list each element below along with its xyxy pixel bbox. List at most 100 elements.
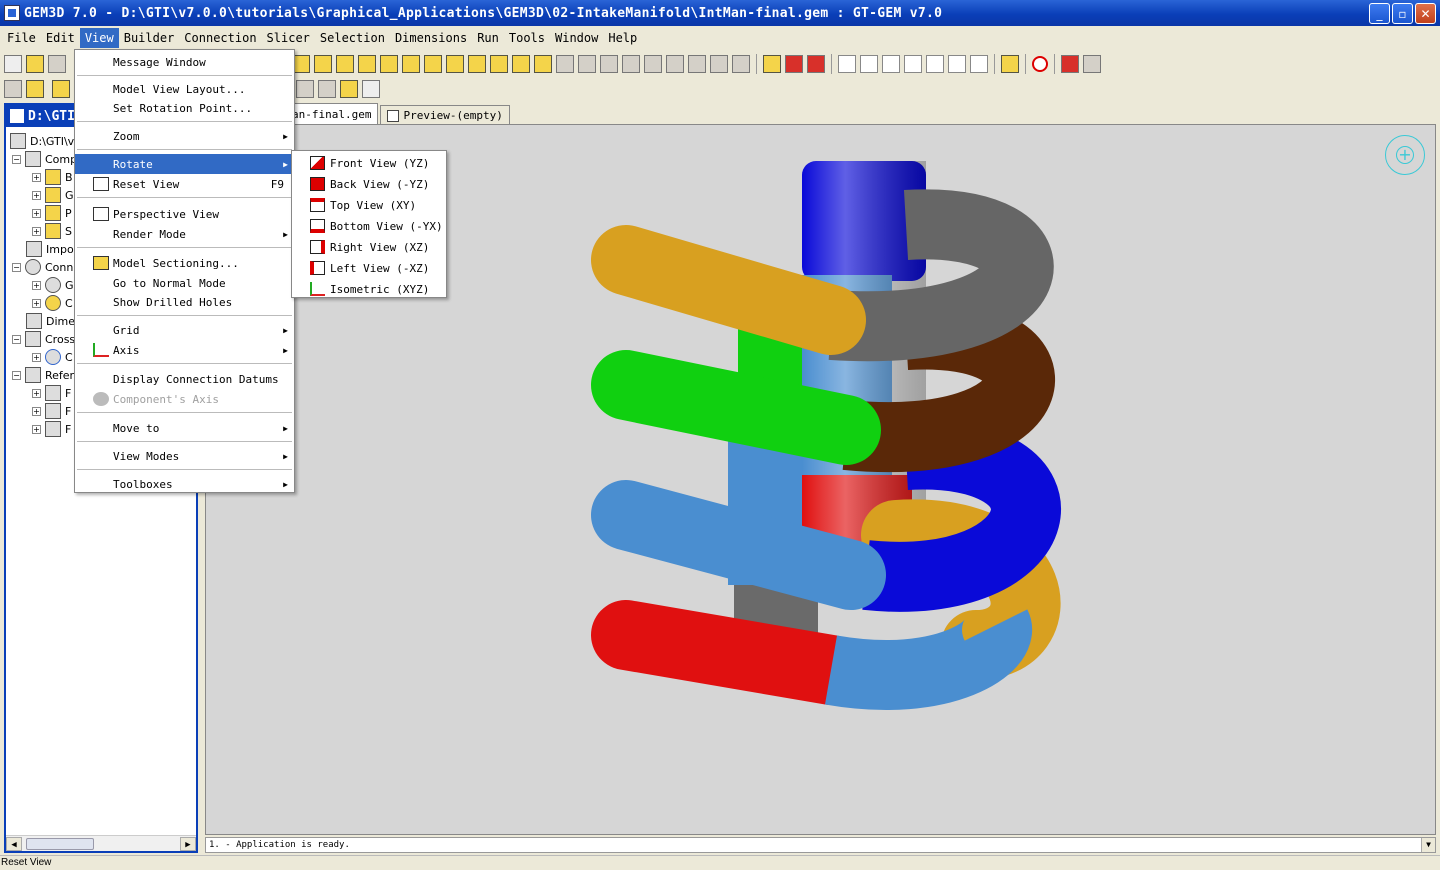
menu-builder[interactable]: Builder <box>119 28 180 48</box>
expand-icon[interactable]: + <box>32 424 41 434</box>
menu-item-front-view[interactable]: Front View (YZ) <box>292 153 446 173</box>
tree-item[interactable]: P <box>65 207 72 220</box>
tab-intman-final[interactable]: an-final.gem <box>285 103 379 125</box>
menu-item-right-view[interactable]: Right View (XZ) <box>292 237 446 257</box>
home-icon[interactable] <box>807 54 825 73</box>
component-tool-icon[interactable] <box>732 54 750 73</box>
tool-icon[interactable] <box>52 79 70 98</box>
component-tool-icon[interactable] <box>622 54 640 73</box>
eraser-icon[interactable] <box>362 79 380 98</box>
stop-icon[interactable] <box>1032 55 1048 72</box>
component-tool-icon[interactable] <box>578 54 596 73</box>
menu-item-grid[interactable]: Grid ▶ <box>75 320 294 340</box>
select-pointer-icon[interactable] <box>948 54 966 73</box>
expand-icon[interactable]: + <box>32 226 41 236</box>
select-pointer-icon[interactable] <box>926 54 944 73</box>
tab-preview[interactable]: Preview-(empty) <box>380 105 510 125</box>
component-tool-icon[interactable] <box>314 54 332 73</box>
tree-item[interactable]: B <box>65 171 73 184</box>
menu-item-back-view[interactable]: Back View (-YZ) <box>292 174 446 194</box>
menu-run[interactable]: Run <box>472 28 504 48</box>
horizontal-scrollbar[interactable]: ◀ ▶ <box>6 835 196 851</box>
save-icon[interactable] <box>48 54 66 73</box>
grid-color-icon[interactable] <box>1061 54 1079 73</box>
expand-icon[interactable]: + <box>32 190 41 200</box>
select-pointer-icon[interactable] <box>970 54 988 73</box>
component-tool-icon[interactable] <box>446 54 464 73</box>
component-tool-icon[interactable] <box>688 54 706 73</box>
menu-window[interactable]: Window <box>550 28 603 48</box>
select-pointer-icon[interactable] <box>904 54 922 73</box>
minimize-button[interactable]: _ <box>1369 3 1390 24</box>
scroll-thumb[interactable] <box>26 837 94 850</box>
tree-item[interactable]: G <box>65 279 74 292</box>
expand-icon[interactable]: + <box>32 298 41 308</box>
component-tool-icon[interactable] <box>512 54 530 73</box>
menu-item-left-view[interactable]: Left View (-XZ) <box>292 258 446 278</box>
menu-item-model-view-layout[interactable]: Model View Layout... <box>75 79 294 99</box>
component-tool-icon[interactable] <box>666 54 684 73</box>
menu-edit[interactable]: Edit <box>41 28 80 48</box>
select-pointer-icon[interactable] <box>838 54 856 73</box>
component-tool-icon[interactable] <box>336 54 354 73</box>
tree-item[interactable]: Refer <box>45 369 74 382</box>
close-button[interactable]: ✕ <box>1415 3 1436 24</box>
menu-item-show-drilled-holes[interactable]: Show Drilled Holes <box>75 292 294 312</box>
menu-item-perspective-view[interactable]: Perspective View <box>75 204 294 224</box>
menu-item-message-window[interactable]: Message Window <box>75 52 294 72</box>
menu-item-move-to[interactable]: Move to ▶ <box>75 418 294 438</box>
tree-item[interactable]: F <box>65 387 71 400</box>
menu-item-zoom[interactable]: Zoom ▶ <box>75 126 294 146</box>
tree-item[interactable]: Comp <box>45 153 77 166</box>
menu-file[interactable]: File <box>2 28 41 48</box>
menu-tools[interactable]: Tools <box>504 28 550 48</box>
menu-item-top-view[interactable]: Top View (XY) <box>292 195 446 215</box>
component-tool-icon[interactable] <box>556 54 574 73</box>
connection-tool-icon[interactable] <box>763 54 781 73</box>
menu-item-view-modes[interactable]: View Modes ▶ <box>75 446 294 466</box>
tree-item[interactable]: G <box>65 189 74 202</box>
tree-item[interactable]: C <box>65 351 73 364</box>
expand-icon[interactable]: + <box>32 172 41 182</box>
tree-item[interactable]: C <box>65 297 73 310</box>
view-navigation-button[interactable]: + <box>1385 135 1425 175</box>
expand-icon[interactable]: + <box>32 406 41 416</box>
menu-help[interactable]: Help <box>603 28 642 48</box>
expand-icon[interactable]: + <box>32 352 41 362</box>
scroll-right-icon[interactable]: ▶ <box>180 836 196 851</box>
new-file-icon[interactable] <box>4 54 22 73</box>
expand-icon[interactable]: + <box>32 388 41 398</box>
menu-item-display-connection-datums[interactable]: Display Connection Datums <box>75 369 294 389</box>
tree-item[interactable]: F <box>65 423 71 436</box>
menu-item-axis[interactable]: Axis ▶ <box>75 340 294 360</box>
component-tool-icon[interactable] <box>358 54 376 73</box>
menu-item-reset-view[interactable]: Reset View F9 <box>75 174 294 194</box>
menu-item-isometric[interactable]: Isometric (XYZ) <box>292 279 446 299</box>
menu-view[interactable]: View <box>79 28 119 48</box>
menu-connection[interactable]: Connection <box>179 28 261 48</box>
collapse-icon[interactable]: − <box>12 334 21 344</box>
message-dropdown-icon[interactable]: ▼ <box>1421 838 1435 852</box>
menu-item-rotate[interactable]: Rotate ▶ <box>75 154 294 174</box>
component-tool-icon[interactable] <box>710 54 728 73</box>
scroll-left-icon[interactable]: ◀ <box>6 836 22 851</box>
maximize-button[interactable]: ▫ <box>1392 3 1413 24</box>
menu-item-model-sectioning[interactable]: Model Sectioning... <box>75 253 294 273</box>
tool-icon[interactable] <box>26 79 44 98</box>
menu-item-toolboxes[interactable]: Toolboxes ▶ <box>75 474 294 494</box>
menu-item-normal-mode[interactable]: Go to Normal Mode <box>75 273 294 293</box>
menu-item-bottom-view[interactable]: Bottom View (-YX) <box>292 216 446 236</box>
key-icon[interactable] <box>1001 54 1019 73</box>
component-tool-icon[interactable] <box>402 54 420 73</box>
component-tool-icon[interactable] <box>424 54 442 73</box>
flask-icon[interactable] <box>1083 54 1101 73</box>
component-tool-icon[interactable] <box>380 54 398 73</box>
tree-item[interactable]: Cross <box>45 333 75 346</box>
menu-slicer[interactable]: Slicer <box>262 28 315 48</box>
component-tool-icon[interactable] <box>468 54 486 73</box>
open-folder-icon[interactable] <box>26 54 44 73</box>
collapse-icon[interactable]: − <box>12 370 21 380</box>
collapse-icon[interactable]: − <box>12 262 21 272</box>
collapse-icon[interactable]: − <box>12 154 21 164</box>
connection-tool-icon[interactable] <box>785 54 803 73</box>
